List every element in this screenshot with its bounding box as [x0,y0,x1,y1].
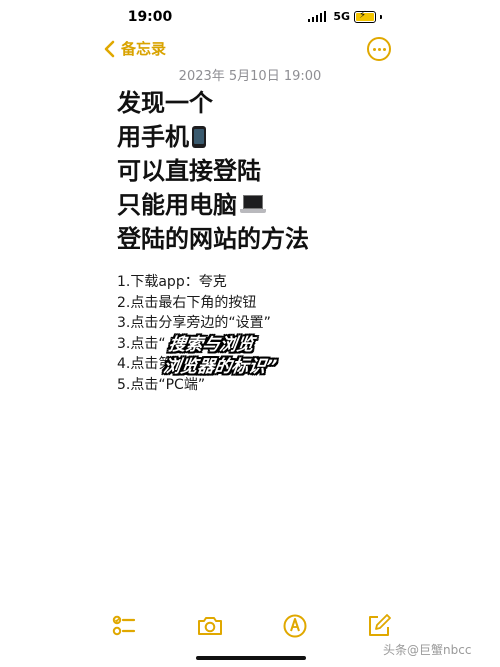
back-button[interactable]: 备忘录 [104,38,166,59]
signal-icon [307,11,327,22]
list-item: 3.点击“ [117,335,166,352]
note-date: 2023年 5月10日 19:00 [178,69,322,84]
list-item: 5.点击“PC端” [117,376,206,393]
note-title[interactable]: 发现一个 用手机 可以直接登陆 只能用电脑 登陆的网站的方法 [117,86,309,256]
title-line: 可以直接登陆 [117,157,261,185]
title-line: 只能用电脑 [117,188,309,222]
laptop-icon [240,195,266,215]
markup-button[interactable] [281,612,309,640]
bottom-toolbar [0,612,500,640]
status-bar: 19:00 5G ⚡ [0,0,500,34]
list-item: 2.点击最右下角的按钮 [117,294,257,311]
list-item: 1.下载app：夸克 [117,274,227,290]
ellipsis-circle-icon [372,47,376,51]
compose-icon [369,614,391,636]
checklist-icon [112,615,136,636]
camera-icon [198,617,222,635]
battery-cap [380,14,382,19]
status-indicators: 5G ⚡ [307,10,382,23]
chevron-left-icon [104,40,115,57]
watermark: 头条@巨蟹nbcc [383,643,472,657]
mobile-phone-icon [192,126,206,148]
list-item: 4.点击第 [117,356,173,372]
title-line: 登陆的网站的方法 [117,225,309,253]
checklist-button[interactable] [110,612,138,640]
markup-pen-icon [283,614,307,638]
title-line: 用手机 [117,120,309,154]
battery-icon: ⚡ [354,10,376,23]
note-body[interactable]: 1.下载app：夸克 2.点击最右下角的按钮 3.点击分享旁边的“设置” 3.点… [117,272,271,395]
camera-button[interactable] [196,612,224,640]
status-time: 19:00 [127,9,173,25]
title-line: 发现一个 [117,89,213,117]
list-item: 3.点击分享旁边的“设置” [117,315,271,331]
home-indicator[interactable] [196,656,306,660]
compose-button[interactable] [365,612,393,640]
back-label: 备忘录 [121,40,167,58]
more-button[interactable] [367,37,391,61]
network-type: 5G [333,10,350,23]
